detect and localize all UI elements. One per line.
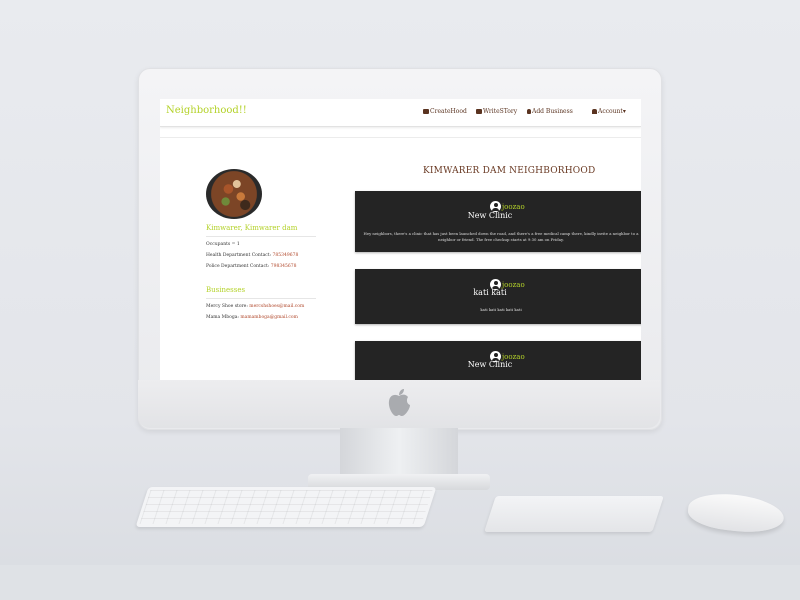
nav-account-dropdown[interactable]: Account▾ xyxy=(592,108,626,115)
health-contact-label: Health Department Contact: xyxy=(206,253,272,258)
businesses-heading: Businesses xyxy=(206,286,246,294)
trackpad xyxy=(484,496,664,532)
apple-logo-icon xyxy=(388,389,410,416)
health-contact: Health Department Contact: 785349678 xyxy=(206,253,298,258)
nav-create-hood-label: CreateHood xyxy=(430,108,467,115)
nav-account-label: Account xyxy=(598,108,623,115)
divider xyxy=(160,137,641,138)
story-card[interactable]: joozao New Clinic xyxy=(355,341,641,380)
story-title: kati kati xyxy=(473,288,507,297)
business-name: Mama Mboga: xyxy=(206,315,239,320)
story-body: kati kati kati kati kati xyxy=(480,307,522,312)
police-contact: Police Department Contact: 798345678 xyxy=(206,264,297,269)
navbar: Neighborhood!! CreateHood WriteSTory Add… xyxy=(160,99,641,127)
police-contact-value[interactable]: 798345678 xyxy=(271,264,297,269)
nav-add-business[interactable]: Add Business xyxy=(527,108,573,115)
story-card[interactable]: joozao kati kati kati kati kati kati kat… xyxy=(355,269,641,324)
nav-create-hood[interactable]: CreateHood xyxy=(423,108,467,115)
nav-add-business-label: Add Business xyxy=(532,108,573,115)
brand-link[interactable]: Neighborhood!! xyxy=(166,105,247,116)
occupants-count: Occupants = 1 xyxy=(206,242,240,247)
police-contact-label: Police Department Contact: xyxy=(206,264,270,269)
business-item: Mama Mboga: mamamboga@gmail.com xyxy=(206,315,298,320)
author-name[interactable]: joozao xyxy=(502,203,525,211)
screen-webpage: Neighborhood!! CreateHood WriteSTory Add… xyxy=(160,99,641,380)
business-email-link[interactable]: mamamboga@gmail.com xyxy=(240,315,297,320)
divider xyxy=(206,236,316,237)
chevron-down-icon: ▾ xyxy=(622,108,626,115)
nav-write-story-label: WriteSTory xyxy=(483,108,518,115)
divider xyxy=(206,298,316,299)
business-name: Mercy Shoe store: xyxy=(206,304,248,309)
business-item: Mercy Shoe store: mercshshoes@mail.com xyxy=(206,304,304,309)
place-name: Kimwarer, Kimwarer dam xyxy=(206,224,298,232)
story-title: New Clinic xyxy=(467,360,513,369)
story-card[interactable]: joozao New Clinic Hey neighbors, there's… xyxy=(355,191,641,252)
neighborhood-image xyxy=(206,169,262,219)
bell-icon xyxy=(527,108,531,114)
health-contact-value[interactable]: 785349678 xyxy=(273,253,299,258)
story-body: Hey neighbors, there's a clinic that has… xyxy=(363,231,639,242)
neighborhood-title: KIMWARER DAM NEIGHBORHOOD xyxy=(423,166,596,176)
book-icon xyxy=(476,108,482,114)
nav-write-story[interactable]: WriteSTory xyxy=(476,108,517,115)
user-icon xyxy=(592,108,597,114)
desk-surface xyxy=(0,565,800,600)
keyboard xyxy=(135,487,437,527)
group-icon xyxy=(423,108,429,114)
business-email-link[interactable]: mercshshoes@mail.com xyxy=(249,304,304,309)
monitor-stand xyxy=(340,428,458,480)
story-title: New Clinic xyxy=(467,211,513,220)
